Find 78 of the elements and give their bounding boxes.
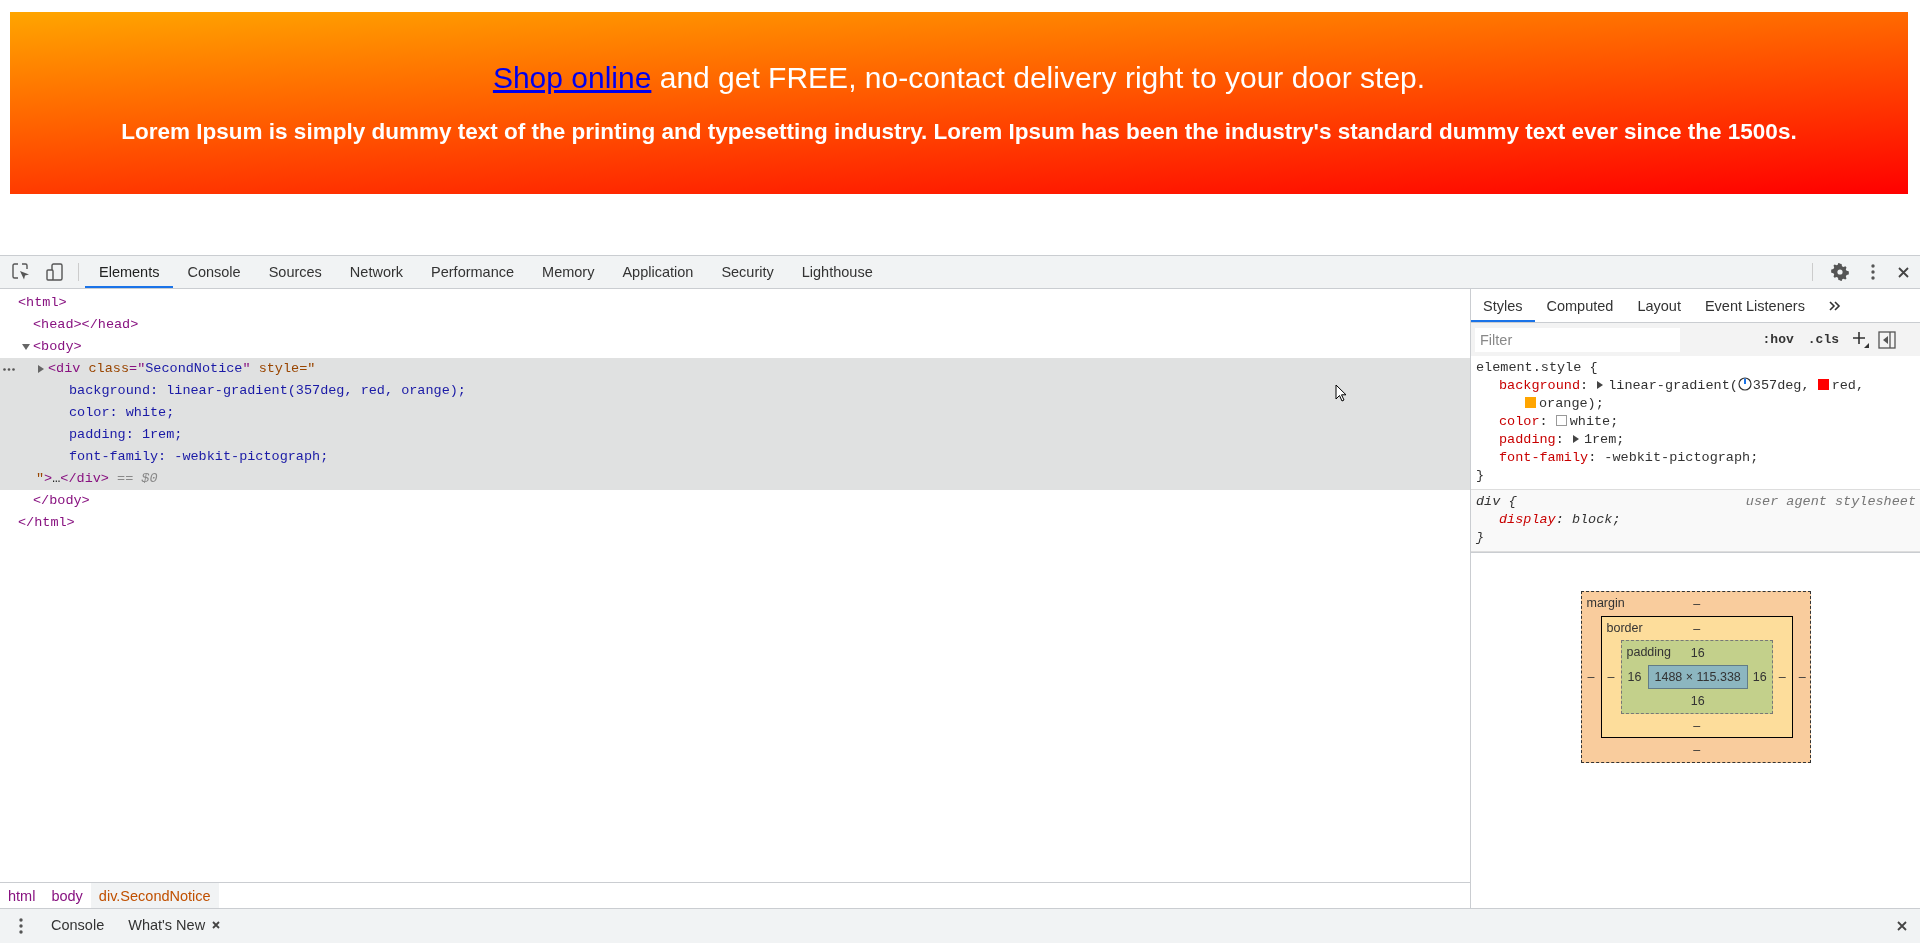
toggle-button[interactable]: :hov	[1755, 332, 1801, 347]
inspect-icon[interactable]	[12, 263, 30, 281]
breadcrumb-item[interactable]: div.SecondNotice	[90, 883, 219, 908]
expand-arrow-icon[interactable]	[37, 365, 45, 373]
rule-source: user agent stylesheet	[1745, 493, 1916, 511]
panel-tab[interactable]: Console	[173, 256, 255, 288]
code-line: font-family: -webkit-pictograph;	[68, 448, 329, 466]
sidebar-tab[interactable]: Event Listeners	[1692, 289, 1817, 322]
banner-subtext: Lorem Ipsum is simply dummy text of the printing and typesetting industry. Lorem Ipsum has been the industry's standard dummy text ever since the 1500s.	[120, 118, 1798, 146]
code-line: </body>	[32, 492, 90, 510]
box-label: border	[1606, 621, 1643, 635]
box-value: –	[1693, 718, 1701, 733]
panel-tab[interactable]: Memory	[528, 256, 609, 288]
sidebar-toggle-icon[interactable]	[1878, 330, 1896, 349]
rule-close-brace: }	[1476, 468, 1485, 483]
code-line[interactable]: <head></head>	[0, 314, 139, 336]
box-value: –	[1607, 670, 1615, 684]
panel-tab[interactable]: Application	[608, 256, 708, 288]
rule-close-brace: }	[1476, 530, 1485, 545]
color-swatch-icon[interactable]	[1817, 379, 1829, 390]
box-value: 16	[1627, 670, 1642, 684]
toggle-button[interactable]: .cls	[1800, 332, 1846, 347]
box-value: 16	[1752, 670, 1767, 684]
panel-tab[interactable]: Sources	[254, 256, 336, 288]
box-value: –	[1693, 597, 1701, 611]
css-declaration: display: block;	[1498, 511, 1622, 529]
panel-tab[interactable]: Security	[707, 256, 788, 288]
box-value: –	[1693, 621, 1701, 636]
close-icon[interactable]	[1896, 920, 1908, 932]
code-line: ">…</div> == $0	[35, 470, 158, 488]
more-options-icon[interactable]	[1871, 264, 1875, 280]
rule-selector: element.style {	[1476, 359, 1598, 377]
angle-clock-icon[interactable]	[1737, 377, 1752, 391]
more-tabs-icon[interactable]	[1828, 300, 1841, 311]
code-line: color: white;	[68, 404, 175, 422]
color-swatch-icon[interactable]	[1525, 397, 1536, 408]
content-size: 1488 × 115.338	[1647, 665, 1748, 689]
device-toggle-icon[interactable]	[46, 263, 64, 281]
box-label: margin	[1586, 596, 1625, 610]
css-declaration: color: white;	[1498, 413, 1620, 431]
box-value: –	[1798, 670, 1806, 684]
box-value: 16	[1690, 646, 1705, 660]
color-swatch-icon[interactable]	[1555, 415, 1567, 426]
settings-icon[interactable]	[1831, 263, 1849, 281]
panel-tab[interactable]: Lighthouse	[787, 256, 887, 288]
code-line[interactable]: <html>	[0, 292, 67, 314]
panel-tab[interactable]: Elements	[85, 256, 174, 288]
code-line: background: linear-gradient(357deg, red, orange);	[68, 382, 466, 400]
code-line[interactable]: <div class="SecondNotice" style="	[0, 358, 316, 380]
drawer-tab[interactable]: What's New	[116, 909, 234, 943]
close-icon[interactable]	[1897, 265, 1910, 279]
headline-text: Shop online and get FREE, no-contact delivery right to your door step.	[491, 60, 1427, 96]
code-line[interactable]: <body>	[0, 336, 82, 358]
code-line: </html>	[17, 514, 75, 532]
add-rule-icon[interactable]	[1852, 330, 1870, 349]
box-value: –	[1693, 743, 1701, 757]
box-label: padding	[1626, 645, 1671, 659]
more-options-icon[interactable]	[19, 918, 23, 934]
css-declaration: padding: 1rem;	[1498, 431, 1626, 449]
css-declaration: font-family: -webkit-pictograph;	[1498, 449, 1760, 467]
panel-tab[interactable]: Network	[335, 256, 418, 288]
sidebar-tab[interactable]: Computed	[1534, 289, 1626, 322]
css-declaration: background: linear-gradient( 357deg, red, orange);	[1498, 377, 1866, 413]
sidebar-tab[interactable]: Layout	[1625, 289, 1693, 322]
filter-field[interactable]: Filter	[1475, 327, 1680, 352]
expand-arrow-icon[interactable]	[22, 343, 30, 351]
box-value: –	[1587, 670, 1595, 684]
code-line: padding: 1rem;	[68, 426, 183, 444]
drawer-tab[interactable]: Console	[39, 909, 117, 943]
box-value: –	[1778, 670, 1786, 684]
panel-tab[interactable]: Performance	[417, 256, 529, 288]
more-actions-icon[interactable]	[3, 368, 15, 371]
rule-selector: div {	[1476, 493, 1517, 511]
mouse-cursor-icon	[1335, 384, 1347, 402]
box-value: 16	[1690, 694, 1705, 708]
tab-close-icon[interactable]	[211, 920, 222, 930]
expand-arrow-icon[interactable]	[1597, 380, 1605, 389]
expand-arrow-icon[interactable]	[1572, 434, 1580, 443]
